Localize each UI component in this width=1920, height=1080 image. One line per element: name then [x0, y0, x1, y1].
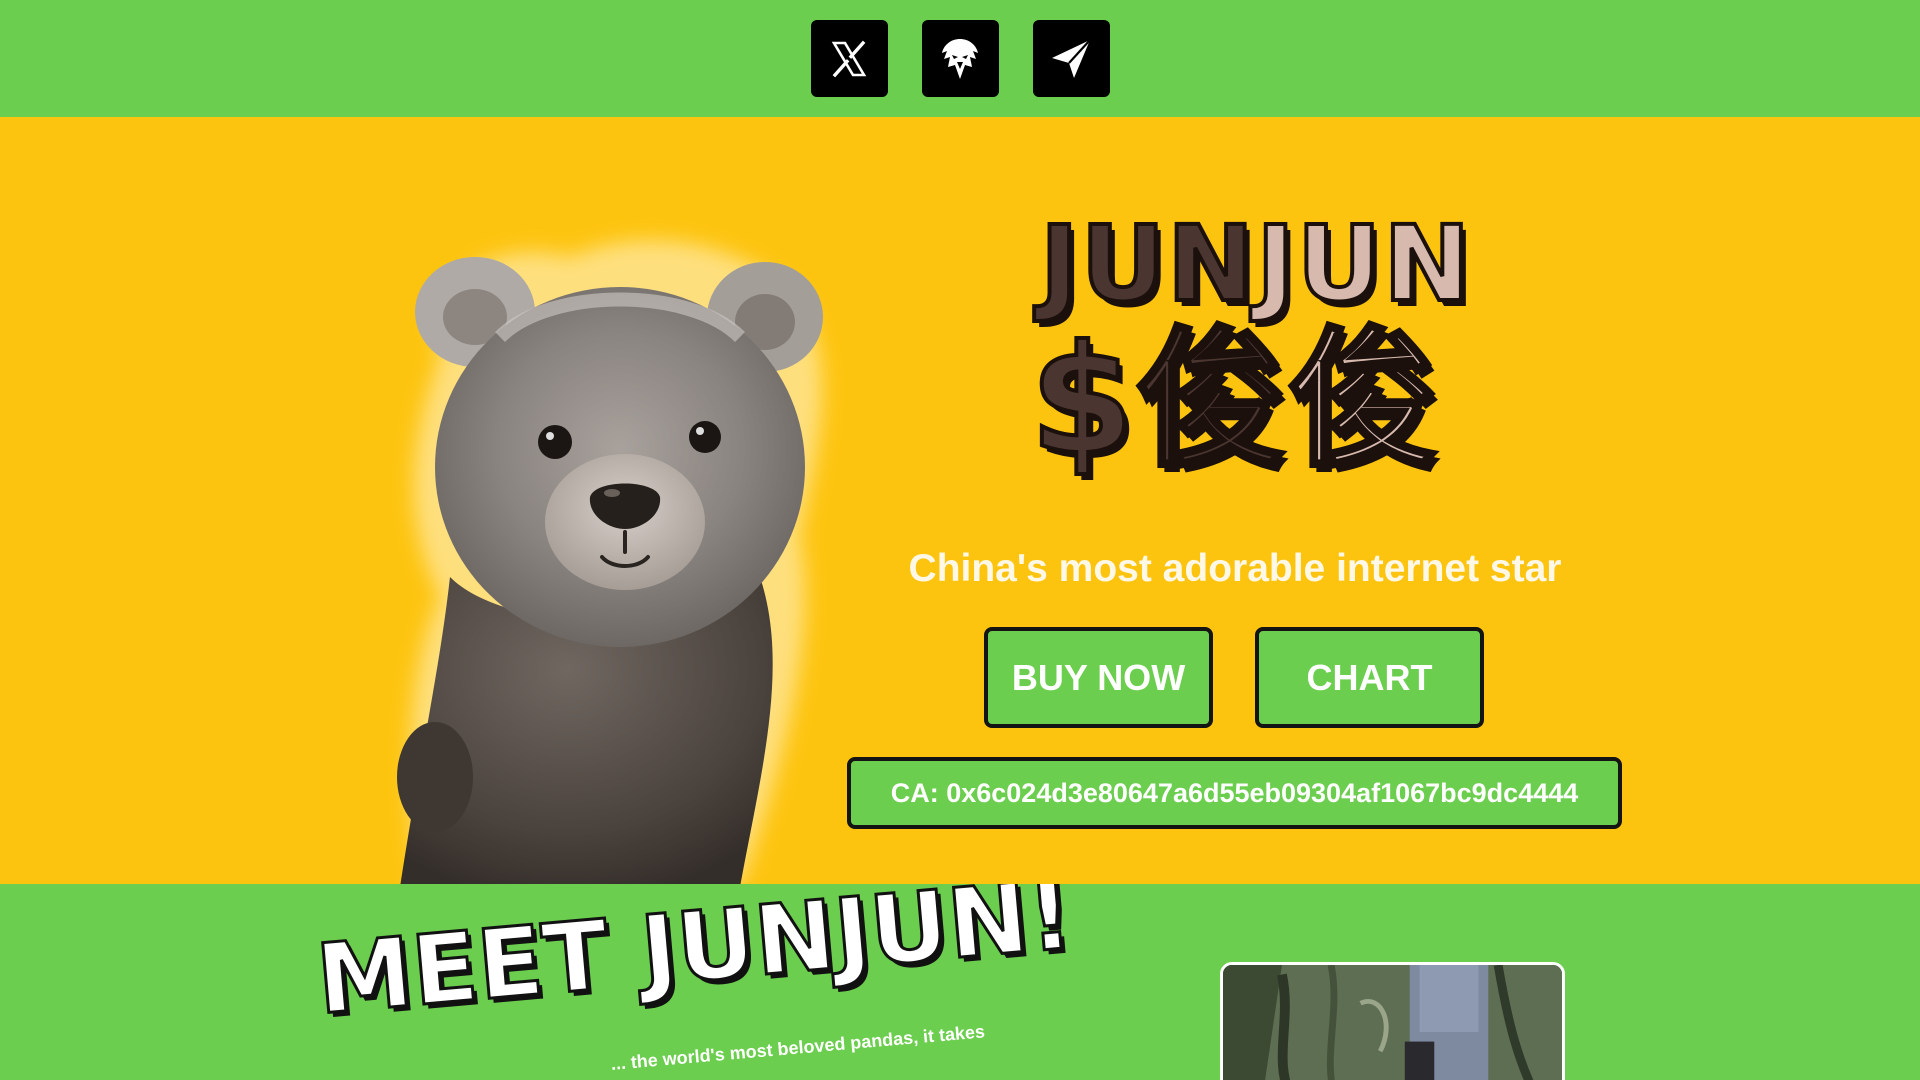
logo-line-2-text: $俊俊: [1028, 314, 1441, 488]
logo-line-1-text: JUNJUN: [1038, 203, 1473, 325]
telegram-icon: [1052, 38, 1091, 78]
contract-address[interactable]: CA: 0x6c024d3e80647a6d55eb09304af1067bc9…: [847, 757, 1622, 829]
chart-button[interactable]: CHART: [1255, 627, 1484, 728]
hero-section: JUNJUN $俊俊 China's most adorable interne…: [0, 117, 1920, 884]
meet-section: MEET JUNJUN! ... the world's most belove…: [0, 884, 1920, 1080]
dextools-link[interactable]: [921, 20, 999, 97]
logo-line-1: JUNJUN: [1038, 210, 1510, 318]
meet-body-text: ... the world's most beloved pandas, it …: [610, 1021, 986, 1074]
top-nav: [0, 0, 1920, 117]
logo-line-2: $俊俊: [1028, 324, 1510, 478]
meet-title: MEET JUNJUN!: [311, 884, 1078, 1038]
telegram-link[interactable]: [1032, 20, 1110, 97]
x-link[interactable]: [810, 20, 888, 97]
x-icon: [831, 40, 867, 77]
eagle-icon: [942, 38, 978, 79]
logo-title: JUNJUN $俊俊: [1028, 210, 1510, 478]
buy-now-button[interactable]: BUY NOW: [984, 627, 1213, 728]
meet-photo: [1220, 962, 1565, 1080]
tagline: China's most adorable internet star: [908, 547, 1562, 590]
